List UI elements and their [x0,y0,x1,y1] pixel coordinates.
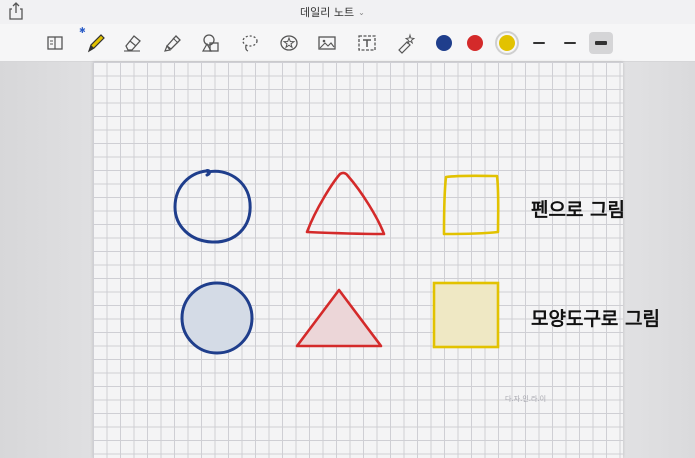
laser-pointer-icon [398,33,416,54]
pen-triangle[interactable] [305,171,386,236]
pen-tool-button[interactable] [83,30,109,56]
stroke-thick-indicator [595,41,607,45]
caption-pen-drawing: 펜으로 그림 [531,199,626,221]
shape-icon [201,34,219,52]
stroke-medium-indicator [564,41,576,45]
share-button[interactable] [6,1,26,21]
toolbar: ✱ [0,24,695,62]
color-swatch-red[interactable] [467,35,483,51]
pen-circle[interactable] [173,169,252,244]
stroke-thin-indicator [533,42,545,44]
lasso-tool-button[interactable] [237,30,263,56]
star-sticker-icon [280,35,298,51]
shape-tool-button[interactable] [198,30,224,56]
watermark: 다.자.인.라.이 [505,395,546,404]
caption-shape-tool-drawing: 모양도구로 그림 [531,308,660,330]
reading-mode-button[interactable] [42,30,68,56]
eraser-tool-button[interactable] [119,30,145,56]
stroke-width-medium-button[interactable] [558,32,582,54]
title-bar: 데일리 노트 ⌄ [0,0,695,24]
image-tool-button[interactable] [314,30,340,56]
color-swatch-blue[interactable] [436,35,452,51]
canvas-area[interactable]: 펜으로 그림 모양도구로 그림 [0,62,695,458]
pen-icon [87,34,105,53]
document-title[interactable]: 데일리 노트 ⌄ [300,3,365,21]
shape-triangle[interactable] [295,288,383,348]
document-title-text: 데일리 노트 [300,6,355,19]
image-icon [318,36,336,50]
pen-square[interactable] [442,174,500,236]
color-swatch-yellow[interactable] [499,35,515,51]
laser-pointer-tool-button[interactable] [393,30,419,56]
sticker-tool-button[interactable] [276,30,302,56]
book-icon [47,36,63,50]
highlighter-tool-button[interactable] [159,30,185,56]
chevron-down-icon: ⌄ [358,7,365,17]
text-box-icon [358,35,376,51]
stroke-width-thick-button[interactable] [589,32,613,54]
highlighter-icon [164,35,181,52]
text-tool-button[interactable] [354,30,380,56]
eraser-icon [124,35,141,52]
drawing-layer [173,169,500,355]
stroke-width-thin-button[interactable] [527,32,551,54]
shape-circle[interactable] [180,281,254,355]
shape-square[interactable] [432,281,500,349]
share-icon [9,2,23,20]
watermark-text: 다.자.인.라.이 [505,395,547,403]
lasso-icon [242,35,258,52]
